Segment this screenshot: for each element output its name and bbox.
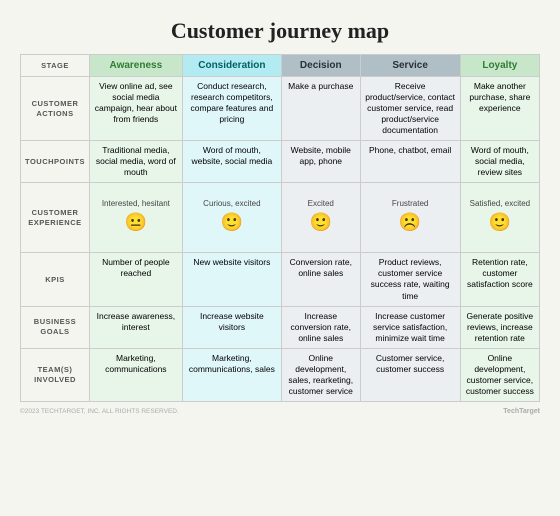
service-header: Service — [360, 55, 460, 77]
footer: ©2023 TECHTARGET, INC. ALL RIGHTS RESERV… — [20, 408, 540, 415]
page-container: Customer journey map STAGE Awareness Con… — [10, 10, 550, 423]
cell-customer-actions-decision: Make a purchase — [281, 77, 360, 141]
cell-customer-experience-decision: Excited🙂 — [281, 183, 360, 253]
stage-label-business-goals: BUSINESS GOALS — [21, 306, 90, 348]
stage-header: STAGE — [21, 55, 90, 77]
stage-label-kpis: KPIS — [21, 253, 90, 306]
cell-teams-involved-service: Customer service, customer success — [360, 348, 460, 401]
cell-teams-involved-decision: Online development, sales, rearketing, c… — [281, 348, 360, 401]
stage-label-touchpoints: TOUCHPOINTS — [21, 141, 90, 183]
page-title: Customer journey map — [20, 18, 540, 44]
cell-business-goals-awareness: Increase awareness, interest — [89, 306, 182, 348]
cell-teams-involved-consideration: Marketing, communications, sales — [182, 348, 281, 401]
footer-logo: TechTarget — [503, 408, 540, 415]
stage-label-customer-actions: CUSTOMER ACTIONS — [21, 77, 90, 141]
cell-touchpoints-decision: Website, mobile app, phone — [281, 141, 360, 183]
loyalty-header: Loyalty — [460, 55, 539, 77]
cell-touchpoints-loyalty: Word of mouth, social media, review site… — [460, 141, 539, 183]
footer-left: ©2023 TECHTARGET, INC. ALL RIGHTS RESERV… — [20, 408, 179, 415]
cell-customer-actions-awareness: View online ad, see social media campaig… — [89, 77, 182, 141]
cell-teams-involved-loyalty: Online development, customer service, cu… — [460, 348, 539, 401]
stage-label-customer-experience: CUSTOMER EXPERIENCE — [21, 183, 90, 253]
cell-touchpoints-service: Phone, chatbot, email — [360, 141, 460, 183]
cell-kpis-awareness: Number of people reached — [89, 253, 182, 306]
cell-kpis-decision: Conversion rate, online sales — [281, 253, 360, 306]
cell-customer-actions-loyalty: Make another purchase, share experience — [460, 77, 539, 141]
cell-business-goals-service: Increase customer service satisfaction, … — [360, 306, 460, 348]
cell-teams-involved-awareness: Marketing, communications — [89, 348, 182, 401]
cell-business-goals-consideration: Increase website visitors — [182, 306, 281, 348]
cell-customer-actions-consideration: Conduct research, research competitors, … — [182, 77, 281, 141]
cell-customer-experience-service: Frustrated☹️ — [360, 183, 460, 253]
journey-map-table: STAGE Awareness Consideration Decision S… — [20, 54, 540, 402]
cell-kpis-service: Product reviews, customer service succes… — [360, 253, 460, 306]
stage-label-teams-involved: TEAM(S) INVOLVED — [21, 348, 90, 401]
awareness-header: Awareness — [89, 55, 182, 77]
cell-business-goals-decision: Increase conversion rate, online sales — [281, 306, 360, 348]
cell-kpis-loyalty: Retention rate, customer satisfaction sc… — [460, 253, 539, 306]
decision-header: Decision — [281, 55, 360, 77]
cell-kpis-consideration: New website visitors — [182, 253, 281, 306]
cell-touchpoints-consideration: Word of mouth, website, social media — [182, 141, 281, 183]
consideration-header: Consideration — [182, 55, 281, 77]
cell-touchpoints-awareness: Traditional media, social media, word of… — [89, 141, 182, 183]
cell-customer-experience-loyalty: Satisfied, excited🙂 — [460, 183, 539, 253]
cell-customer-actions-service: Receive product/service, contact custome… — [360, 77, 460, 141]
cell-business-goals-loyalty: Generate positive reviews, increase rete… — [460, 306, 539, 348]
cell-customer-experience-consideration: Curious, excited🙂 — [182, 183, 281, 253]
cell-customer-experience-awareness: Interested, hesitant😐 — [89, 183, 182, 253]
